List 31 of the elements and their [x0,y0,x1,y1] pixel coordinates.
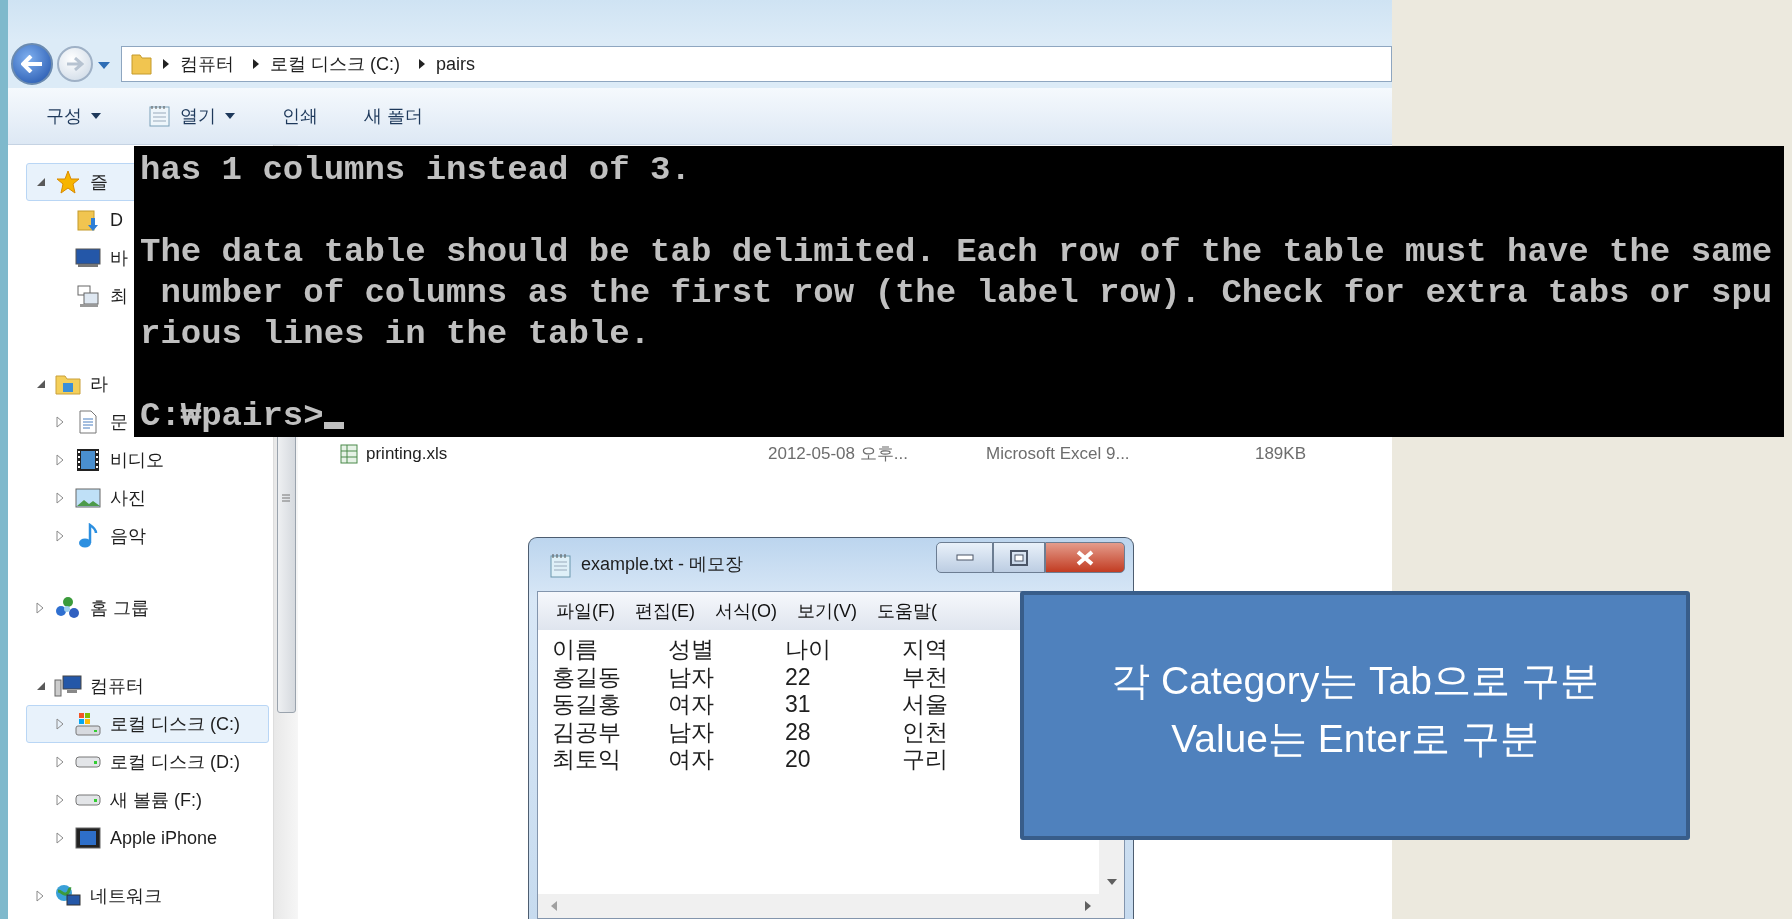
file-size: 189KB [1253,443,1306,466]
text-cell-text: 남자 [668,663,715,691]
text-cell-text: 구리 [902,746,949,774]
console-line: has 1 columns instead of 3. [140,150,692,191]
text-cell-text: 이름 [552,636,599,664]
text-cell-text: 남자 [668,718,715,746]
console-line: The data table should be tab delimited. Each row of the table must have the same [140,232,1774,273]
text-cell-text: 여자 [668,691,715,719]
window-title: example.txt - 메모장 [581,553,744,576]
callout-text: 각 Category는 Tab으로 구분 [1111,657,1599,704]
text-cell-text: 동길홍 [552,691,622,719]
text-cell-text: 20 [785,746,812,774]
file-type: Microsoft Excel 9... [986,443,1131,466]
text-cell-text: 성별 [668,636,715,664]
file-date: 2012-05-08 오후... [768,443,909,466]
text-cell-text: 여자 [668,746,715,774]
text-cell-text: 인천 [902,718,949,746]
text-cell-text: 최토익 [552,746,622,774]
text-cell-text: 22 [785,663,812,691]
text-cell-text: 부천 [902,663,949,691]
console-line: number of columns as the first row (the label row). Check for extra tabs or spu [159,273,1774,314]
text-cell-text: 김공부 [552,718,622,746]
console-prompt: C:₩pairs> [140,396,324,437]
text-cell-text: 31 [785,691,812,719]
callout-text: Value는 Enter로 구분 [1171,715,1539,762]
text-cell-text: 지역 [902,636,949,664]
text-cell-text: 홍길동 [552,663,622,691]
console-line: rious lines in the table. [140,314,652,355]
text-cell-text: 나이 [785,636,832,664]
text-cell-text: 서울 [902,691,949,719]
text-cell-text: 28 [785,718,812,746]
